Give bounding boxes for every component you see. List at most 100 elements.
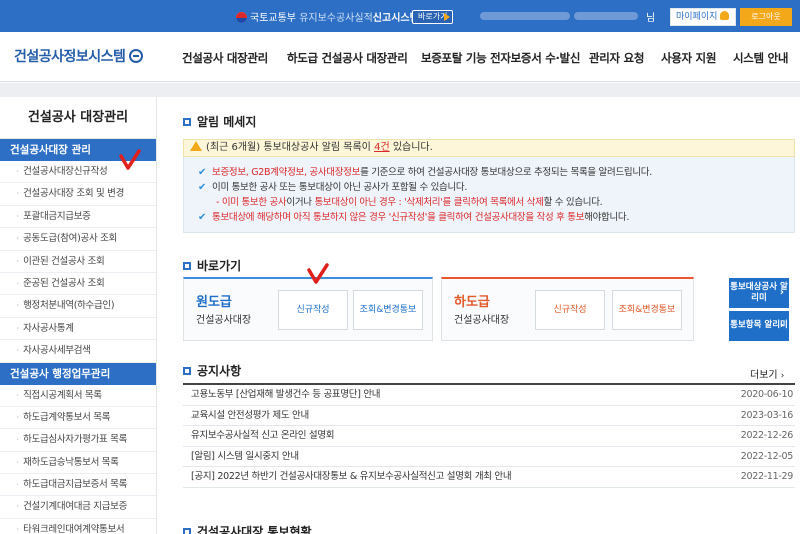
arrow-right-icon [444, 13, 450, 21]
red-checkmark-annotation [307, 263, 329, 284]
service-name: 유지보수공사실적 [299, 13, 373, 24]
prime-edit-button[interactable]: 조회&변경통보 [353, 290, 423, 330]
notices-title: 공지사항 [197, 364, 242, 378]
square-bullet-icon [183, 367, 191, 375]
sidebar-item-payment-bond[interactable]: 하도급대금지급보증서 목록 [0, 474, 156, 497]
notice-title: 교육시설 안전성평가 제도 안내 [191, 409, 309, 421]
sidebar-item-joint-contract[interactable]: 공동도급(참여)공사 조회 [0, 228, 156, 251]
notice-row[interactable]: 유지보수공사실적 신고 온라인 설명회 2022-12-26 [183, 426, 795, 447]
notice-list: 고용노동부 [산업재해 발생건수 등 공표명단] 안내 2020-06-10 교육… [183, 383, 795, 488]
emblem-icon [236, 12, 247, 23]
sidebar-item-completed[interactable]: 준공된 건설공사 조회 [0, 273, 156, 296]
user-icon [720, 11, 730, 20]
sidebar-item-machine-rental[interactable]: 건설기계대여대금 지급보증 [0, 496, 156, 519]
prime-contract-sub: 건설공사대장 [196, 315, 252, 326]
more-label: 더보기 [750, 370, 778, 381]
alert-details: ✔ 보증정보, G2B계약정보, 공사대장정보를 기준으로 하여 건설공사대장 통… [183, 157, 795, 233]
sub-contract-panel: 하도급 건설공사대장 신규작성 조회&변경통보 [441, 277, 694, 341]
target-notifier-button[interactable]: 통보대상공사 알리미 › [729, 278, 789, 308]
notices-heading: 공지사항 [183, 362, 241, 379]
check-icon: ✔ [198, 167, 207, 178]
sidebar-section-admin[interactable]: 건설공사 행정업무관리 [0, 362, 156, 385]
blurred-user-name [574, 12, 638, 20]
notice-title: [공지] 2022년 하반기 건설공사대장통보 & 유지보수공사실적신고 설명회… [191, 471, 512, 483]
sub-contract-sub: 건설공사대장 [454, 315, 510, 326]
alert-summary: (최근 6개월) 통보대상공사 알림 목록이 4건 있습니다. [183, 139, 795, 157]
ministry-name: 국토교통부 [250, 13, 296, 24]
alert-line-4-highlight: 통보대상에 해당하며 아직 통보하지 않은 경우 '신규작성'을 클릭하여 건설… [212, 212, 585, 223]
nav-admin-request[interactable]: 관리자 요청 [589, 50, 644, 66]
more-link[interactable]: 더보기 › [750, 366, 784, 381]
sidebar-item-ledger-search[interactable]: 건설공사대장 조회 및 변경 [0, 183, 156, 206]
notice-row[interactable]: 고용노동부 [산업재해 발생건수 등 공표명단] 안내 2020-06-10 [183, 385, 795, 406]
check-icon: ✔ [198, 182, 207, 193]
alert-line-2-text: 이미 통보한 공사 또는 통보대상이 아닌 공사가 포함될 수 있습니다. [212, 182, 468, 193]
alert-line-4: ✔ 통보대상에 해당하며 아직 통보하지 않은 경우 '신규작성'을 클릭하여 건… [198, 210, 794, 225]
mypage-button[interactable]: 마이페이지 [670, 8, 736, 26]
notice-date: 2023-03-16 [740, 409, 794, 421]
sidebar-item-direct-plan[interactable]: 직접시공계획서 목록 [0, 385, 156, 407]
nav-contract-management[interactable]: 건설공사 대장관리 [182, 50, 268, 66]
nav-system-guide[interactable]: 시스템 안내 [733, 50, 788, 66]
sub-contract-name: 하도급 [454, 295, 490, 310]
alert-summary-pre: (최근 6개월) 통보대상공사 알림 목록이 [206, 142, 371, 153]
nav-subcontract-management[interactable]: 하도급 건설공사 대장관리 [287, 50, 408, 66]
blurred-user-info [480, 12, 570, 20]
notice-date: 2022-12-26 [740, 430, 794, 442]
alerts-heading: 알림 메세지 [183, 113, 256, 130]
alert-line-3: - 이미 통보한 공사이거나 통보대상이 아닌 경우 : '삭제처리'를 클릭하… [198, 195, 794, 210]
main-header: 건설공사정보시스템 건설공사 대장관리 하도급 건설공사 대장관리 보증포탈 기… [0, 32, 800, 82]
sidebar-item-transferred[interactable]: 이관된 건설공사 조회 [0, 251, 156, 273]
mypage-label: 마이페이지 [676, 12, 718, 22]
notice-row[interactable]: [알림] 시스템 일시중지 안내 2022-12-05 [183, 447, 795, 468]
notice-date: 2020-06-10 [740, 389, 794, 400]
item-notifier-button[interactable]: 통보항목 알리미 › [729, 311, 789, 341]
sidebar-item-detail-search[interactable]: 자사공사세부검색 [0, 340, 156, 363]
square-bullet-icon [183, 528, 191, 534]
alert-line-4-text: 해야합니다. [584, 212, 630, 223]
sidebar-item-resubcontract[interactable]: 재하도급승낙통보서 목록 [0, 452, 156, 475]
sidebar-item-disposition[interactable]: 행정처분내역(하수급인) [0, 295, 156, 318]
alert-line-3-text-a: 이거나 [286, 197, 312, 208]
sidebar-item-self-evaluation[interactable]: 하도급심사자가평가표 목록 [0, 429, 156, 452]
alert-line-3-highlight: - 이미 통보한 공사 [216, 197, 287, 208]
sidebar-item-payment-guarantee[interactable]: 포괄대금지급보증 [0, 206, 156, 229]
status-heading: 건설공사대장 통보현황 [183, 523, 312, 534]
sub-edit-button[interactable]: 조회&변경통보 [612, 290, 682, 330]
alert-summary-post: 있습니다. [392, 142, 433, 153]
site-logo[interactable]: 건설공사정보시스템 [14, 46, 144, 66]
sidebar-item-subcontract-notice[interactable]: 하도급계약통보서 목록 [0, 407, 156, 430]
prime-contract-name: 원도급 [196, 295, 232, 310]
main-content: 알림 메세지 (최근 6개월) 통보대상공사 알림 목록이 4건 있습니다. ✔… [175, 97, 800, 534]
prime-contract-panel: 원도급 건설공사대장 신규작성 조회&변경통보 [183, 277, 433, 341]
notice-row[interactable]: [공지] 2022년 하반기 건설공사대장통보 & 유지보수공사실적신고 설명회… [183, 467, 795, 488]
notice-title: [알림] 시스템 일시중지 안내 [191, 450, 299, 462]
logout-button[interactable]: 로그아웃 [740, 8, 792, 26]
sidebar-title: 건설공사 대장관리 [0, 97, 156, 139]
notice-date: 2022-11-29 [740, 471, 794, 483]
alert-line-3-text-b: 할 수 있습니다. [543, 197, 603, 208]
sub-new-button[interactable]: 신규작성 [535, 290, 605, 330]
alerts-title: 알림 메세지 [197, 115, 257, 129]
ministry-link[interactable]: 국토교통부 유지보수공사실적신고시스템 [236, 9, 419, 24]
nav-user-support[interactable]: 사용자 지원 [661, 50, 716, 66]
chevron-right-icon: › [779, 320, 784, 331]
alert-count-link[interactable]: 4건 [374, 142, 390, 153]
notice-date: 2022-12-05 [740, 450, 794, 462]
status-title: 건설공사대장 통보현황 [197, 525, 312, 534]
notice-row[interactable]: 교육시설 안전성평가 제도 안내 2023-03-16 [183, 406, 795, 427]
square-bullet-icon [183, 118, 191, 126]
logo-text: 건설공사정보시스템 [14, 49, 126, 65]
user-suffix: 님 [646, 13, 656, 24]
alert-line-1: ✔ 보증정보, G2B계약정보, 공사대장정보를 기준으로 하여 건설공사대장 통… [198, 165, 794, 180]
sidebar-item-tower-crane[interactable]: 타워크레인대여계약통보서 [0, 519, 156, 534]
top-bar: 국토교통부 유지보수공사실적신고시스템 바로가기 님 마이페이지 로그아웃 [0, 0, 800, 32]
chevron-right-icon: › [780, 371, 785, 381]
prime-new-button[interactable]: 신규작성 [278, 290, 348, 330]
nav-guarantee[interactable]: 보증포탈 기능 전자보증서 수·발신 [421, 50, 580, 66]
sidebar-item-statistics[interactable]: 자사공사통계 [0, 318, 156, 341]
notice-title: 유지보수공사실적 신고 온라인 설명회 [191, 430, 335, 442]
square-bullet-icon [183, 262, 191, 270]
warning-icon [190, 141, 202, 151]
shortcuts-title: 바로가기 [197, 259, 242, 273]
